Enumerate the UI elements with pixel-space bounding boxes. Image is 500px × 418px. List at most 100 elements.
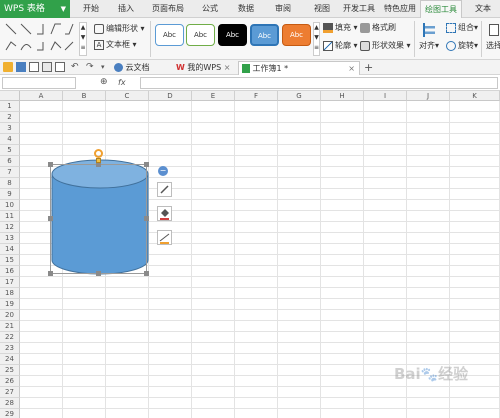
column-header[interactable]: G (278, 91, 321, 101)
menu-tab[interactable]: 视图 (308, 0, 336, 18)
row-header[interactable]: 23 (0, 343, 20, 354)
collapse-icon[interactable]: − (158, 166, 168, 176)
print-icon[interactable] (29, 62, 39, 72)
style-gallery-scroll[interactable]: ▲ ▼ ≡ (313, 22, 320, 56)
menu-tab[interactable]: 数据 (230, 0, 262, 18)
rotate-handle-icon[interactable] (94, 149, 103, 158)
row-header[interactable]: 12 (0, 222, 20, 233)
fill-button[interactable]: 填充 ▾ (323, 22, 358, 33)
menu-tab[interactable]: 开始 (77, 0, 105, 18)
row-header[interactable]: 3 (0, 123, 20, 134)
spreadsheet-grid[interactable]: ABCDEFGHIJK 1 2 3 4 5 6 7 8 9 10 11 12 13 14 15 16 17 18 1… (0, 91, 500, 418)
menu-tab[interactable]: 绘图工具 (420, 0, 462, 18)
resize-handle-e[interactable] (144, 216, 149, 221)
gallery-scroll[interactable]: ▲ ▼ ≡ (79, 22, 87, 56)
row-header[interactable]: 25 (0, 365, 20, 376)
shape-style-white-blue[interactable]: Abc (155, 24, 184, 46)
select-all-corner[interactable] (0, 91, 20, 101)
edit-shape-button[interactable]: 编辑形状 ▾ (94, 23, 145, 34)
resize-handle-ne[interactable] (144, 162, 149, 167)
menu-tab[interactable]: 审阅 (267, 0, 299, 18)
name-box[interactable] (2, 77, 76, 89)
row-header[interactable]: 7 (0, 167, 20, 178)
row-header[interactable]: 16 (0, 266, 20, 277)
row-header[interactable]: 26 (0, 376, 20, 387)
row-header[interactable]: 19 (0, 299, 20, 310)
align-button[interactable]: 对齐▾ (418, 21, 440, 57)
menu-tab[interactable]: 文本 (469, 0, 497, 18)
column-header[interactable]: B (63, 91, 106, 101)
shape-outline-quick-button[interactable] (157, 182, 172, 197)
zoom-icon[interactable]: ⊕ (100, 77, 108, 87)
line-shapes-gallery[interactable] (3, 22, 77, 56)
shape-style-blue[interactable]: Abc (250, 24, 279, 46)
column-header[interactable]: E (192, 91, 235, 101)
row-header[interactable]: 20 (0, 310, 20, 321)
resize-handle-w[interactable] (48, 216, 53, 221)
row-header[interactable]: 6 (0, 156, 20, 167)
row-header[interactable]: 29 (0, 409, 20, 418)
tab-cloud-docs[interactable]: 云文档 (114, 61, 172, 75)
row-header[interactable]: 18 (0, 288, 20, 299)
column-header[interactable]: J (407, 91, 450, 101)
menu-tab[interactable]: 公式 (196, 0, 224, 18)
new-tab-button[interactable]: + (364, 61, 373, 75)
format-painter-button[interactable]: 格式刷 (360, 22, 396, 33)
row-header[interactable]: 10 (0, 200, 20, 211)
tab-my-wps[interactable]: W 我的WPS × (176, 61, 232, 75)
export-pdf-icon[interactable] (55, 62, 65, 72)
menu-tab[interactable]: 插入 (112, 0, 140, 18)
shape-fill-quick-button[interactable] (157, 206, 172, 221)
column-header[interactable]: D (149, 91, 192, 101)
resize-handle-se[interactable] (144, 271, 149, 276)
select-button[interactable]: 选择 (484, 21, 500, 57)
fx-button[interactable]: fx (118, 78, 126, 87)
row-header[interactable]: 28 (0, 398, 20, 409)
group-button[interactable]: 组合▾ (446, 22, 478, 33)
row-header[interactable]: 24 (0, 354, 20, 365)
text-box-button[interactable]: A 文本框 ▾ (94, 39, 137, 50)
redo-icon[interactable]: ↷ (86, 62, 96, 72)
row-header[interactable]: 8 (0, 178, 20, 189)
open-folder-icon[interactable] (3, 62, 13, 72)
resize-handle-sw[interactable] (48, 271, 53, 276)
resize-handle-s[interactable] (96, 271, 101, 276)
shape-effect-button[interactable]: 形状效果 ▾ (360, 40, 411, 51)
app-menu-button[interactable]: WPS 表格 ▼ (0, 0, 70, 18)
row-header[interactable]: 21 (0, 321, 20, 332)
column-header[interactable]: H (321, 91, 364, 101)
row-header[interactable]: 9 (0, 189, 20, 200)
menu-tab[interactable]: 特色应用 (383, 0, 417, 18)
close-icon[interactable]: × (224, 63, 231, 72)
row-header[interactable]: 4 (0, 134, 20, 145)
shape-line-quick-button[interactable] (157, 230, 172, 245)
row-header[interactable]: 11 (0, 211, 20, 222)
resize-handle-nw[interactable] (48, 162, 53, 167)
rotate-button[interactable]: 旋转▾ (446, 40, 478, 51)
shape-style-white-green[interactable]: Abc (186, 24, 215, 46)
outline-button[interactable]: 轮廓 ▾ (323, 40, 358, 51)
undo-icon[interactable]: ↶ (71, 62, 81, 72)
row-header[interactable]: 1 (0, 101, 20, 112)
tab-workbook[interactable]: 工作簿1 * × (238, 61, 360, 75)
column-header[interactable]: F (235, 91, 278, 101)
print-preview-icon[interactable] (42, 62, 52, 72)
shape-style-orange[interactable]: Abc (282, 24, 311, 46)
row-header[interactable]: 14 (0, 244, 20, 255)
column-header[interactable]: C (106, 91, 149, 101)
formula-input[interactable] (140, 77, 498, 89)
save-icon[interactable] (16, 62, 26, 72)
customize-toolbar-icon[interactable]: ▾ (101, 62, 111, 72)
row-header[interactable]: 27 (0, 387, 20, 398)
row-header[interactable]: 5 (0, 145, 20, 156)
shape-style-black[interactable]: Abc (218, 24, 247, 46)
row-header[interactable]: 15 (0, 255, 20, 266)
adjust-handle[interactable] (96, 158, 101, 163)
row-header[interactable]: 22 (0, 332, 20, 343)
menu-tab[interactable]: 开发工具 (340, 0, 378, 18)
column-header[interactable]: I (364, 91, 407, 101)
column-header[interactable]: K (450, 91, 500, 101)
column-header[interactable]: A (20, 91, 63, 101)
row-header[interactable]: 17 (0, 277, 20, 288)
row-header[interactable]: 13 (0, 233, 20, 244)
